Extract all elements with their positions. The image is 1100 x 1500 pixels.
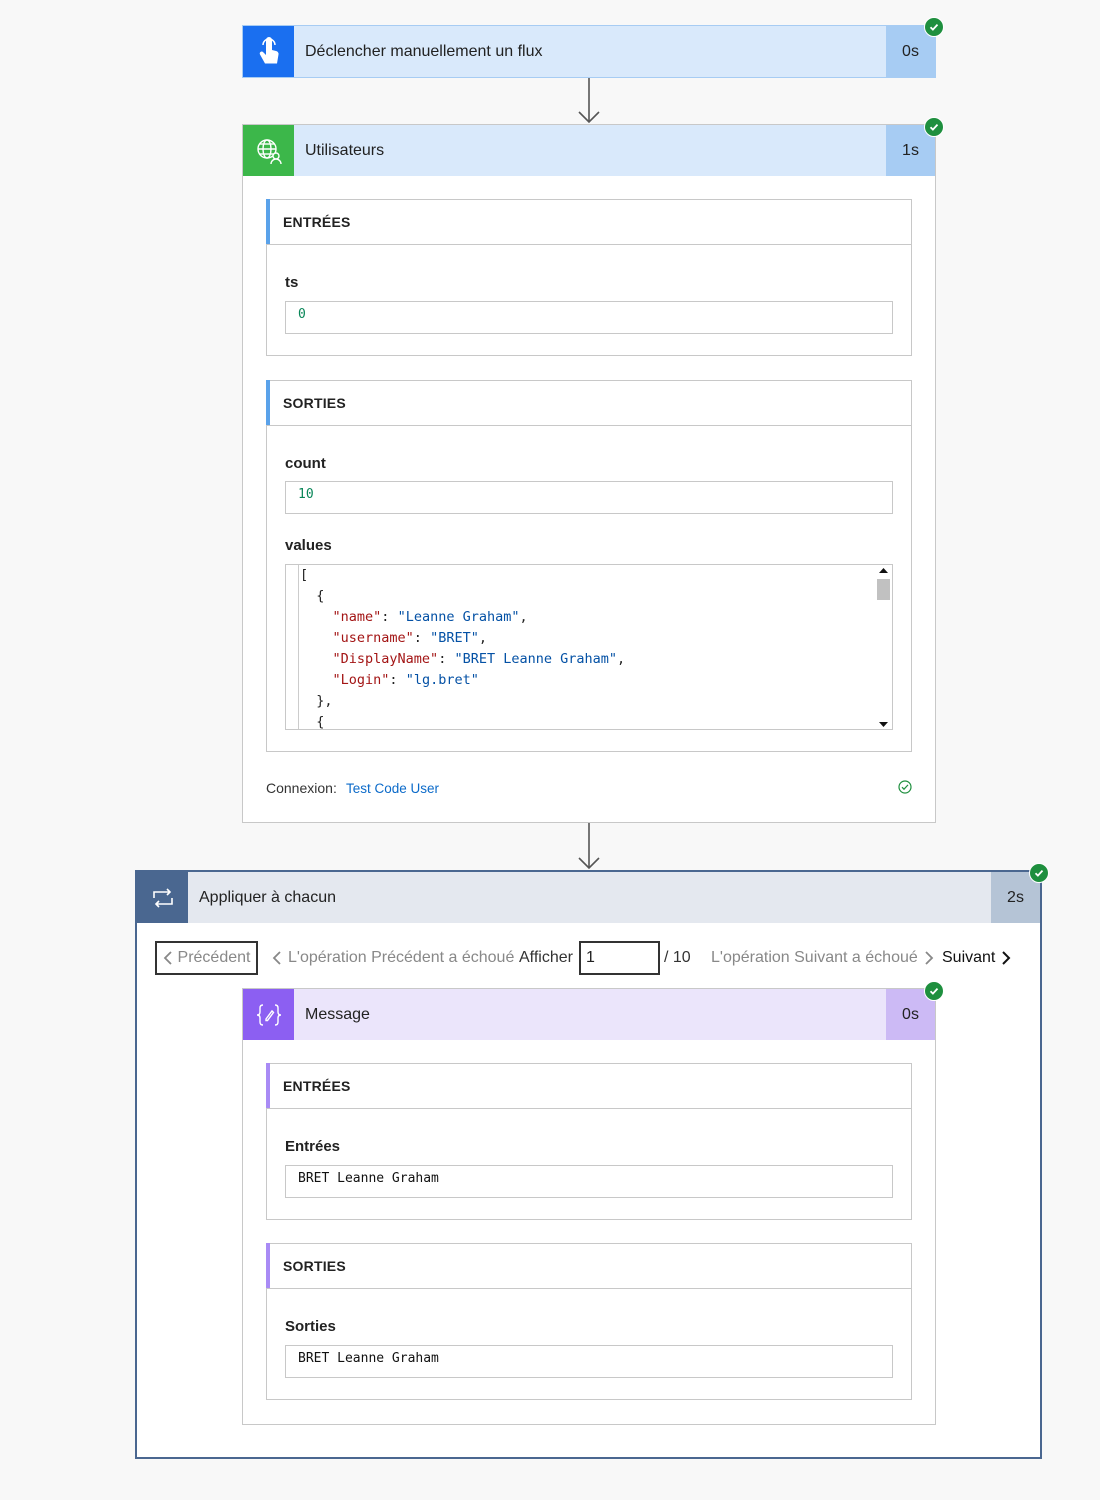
success-check-icon xyxy=(924,981,944,1001)
outputs-label: Sorties xyxy=(285,1318,336,1335)
code-line: { xyxy=(316,588,325,604)
inputs-label: Entrées xyxy=(285,1138,341,1155)
code-line: "name": "Leanne Graham", xyxy=(332,609,528,625)
page-total: / 10 xyxy=(664,949,691,966)
values-code-editor[interactable]: [ { "name": "Leanne Graham", "username":… xyxy=(285,564,893,730)
connection-ok-icon xyxy=(898,780,912,794)
apply-each-header[interactable]: Appliquer à chacun 2s xyxy=(137,872,1040,923)
prev-button[interactable]: Précédent xyxy=(155,941,258,975)
json-lines: [ { "name": "Leanne Graham", "username":… xyxy=(300,565,626,730)
code-line: "Login": "lg.bret" xyxy=(332,672,479,688)
message-header[interactable]: Message 0s xyxy=(243,989,935,1040)
page-input[interactable]: 1 xyxy=(579,941,660,975)
trigger-header[interactable]: Déclencher manuellement un flux 0s xyxy=(243,26,935,77)
connection-label: Connexion: xyxy=(266,780,337,796)
success-check-icon xyxy=(924,117,944,137)
success-check-icon xyxy=(1029,863,1049,883)
inputs-header[interactable]: ENTRÉES xyxy=(266,1063,911,1109)
users-outputs-section: SORTIES count 10 values [ { "name": "Lea… xyxy=(266,380,912,752)
message-title: Message xyxy=(305,1005,370,1023)
scroll-thumb xyxy=(877,579,890,600)
chevron-left-icon xyxy=(163,951,172,965)
prev-failed-link[interactable]: L'opération Précédent a échoué xyxy=(272,941,514,975)
message-card[interactable]: Message 0s ENTRÉES Entrées BRET Leanne G… xyxy=(242,988,936,1425)
chevron-right-icon xyxy=(925,951,934,965)
code-line: [ xyxy=(300,567,309,583)
variable-icon xyxy=(243,989,294,1040)
globe-user-icon xyxy=(243,125,294,176)
users-title: Utilisateurs xyxy=(305,141,385,159)
count-label: count xyxy=(285,455,326,472)
chevron-right-icon xyxy=(1002,951,1011,965)
values-label: values xyxy=(285,537,332,554)
show-label: Afficher xyxy=(519,949,573,966)
trigger-title: Déclencher manuellement un flux xyxy=(305,42,543,60)
next-button[interactable]: Suivant xyxy=(942,941,1011,975)
message-inputs-section: ENTRÉES Entrées BRET Leanne Graham xyxy=(266,1063,912,1220)
code-line: }, xyxy=(316,693,333,709)
apply-each-title: Appliquer à chacun xyxy=(199,888,336,906)
code-line: "DisplayName": "BRET Leanne Graham", xyxy=(332,651,626,667)
trigger-card[interactable]: Déclencher manuellement un flux 0s xyxy=(242,25,936,78)
message-outputs-section: SORTIES Sorties BRET Leanne Graham xyxy=(266,1243,912,1400)
flow-arrow-icon xyxy=(578,78,600,124)
flow-arrow-icon xyxy=(578,823,600,870)
outputs-value[interactable]: BRET Leanne Graham xyxy=(285,1345,893,1378)
chevron-left-icon xyxy=(272,951,281,965)
users-inputs-section: ENTRÉES ts 0 xyxy=(266,199,912,356)
inputs-value[interactable]: BRET Leanne Graham xyxy=(285,1165,893,1198)
next-failed-link[interactable]: L'opération Suivant a échoué xyxy=(711,941,934,975)
scrollbar[interactable] xyxy=(875,565,892,729)
loop-icon xyxy=(137,872,188,923)
users-card[interactable]: Utilisateurs 1s ENTRÉES ts 0 SORTIES cou… xyxy=(242,124,936,823)
success-check-icon xyxy=(924,17,944,37)
outputs-header[interactable]: SORTIES xyxy=(266,380,911,426)
outputs-header[interactable]: SORTIES xyxy=(266,1243,911,1289)
inputs-header[interactable]: ENTRÉES xyxy=(266,199,911,245)
code-line: "username": "BRET", xyxy=(332,630,487,646)
code-line: { xyxy=(316,714,325,730)
users-header[interactable]: Utilisateurs 1s xyxy=(243,125,935,176)
connection-link[interactable]: Test Code User xyxy=(346,781,439,796)
count-value[interactable]: 10 xyxy=(285,481,893,514)
ts-label: ts xyxy=(285,274,299,291)
hand-tap-icon xyxy=(243,26,294,77)
ts-value[interactable]: 0 xyxy=(285,301,893,334)
